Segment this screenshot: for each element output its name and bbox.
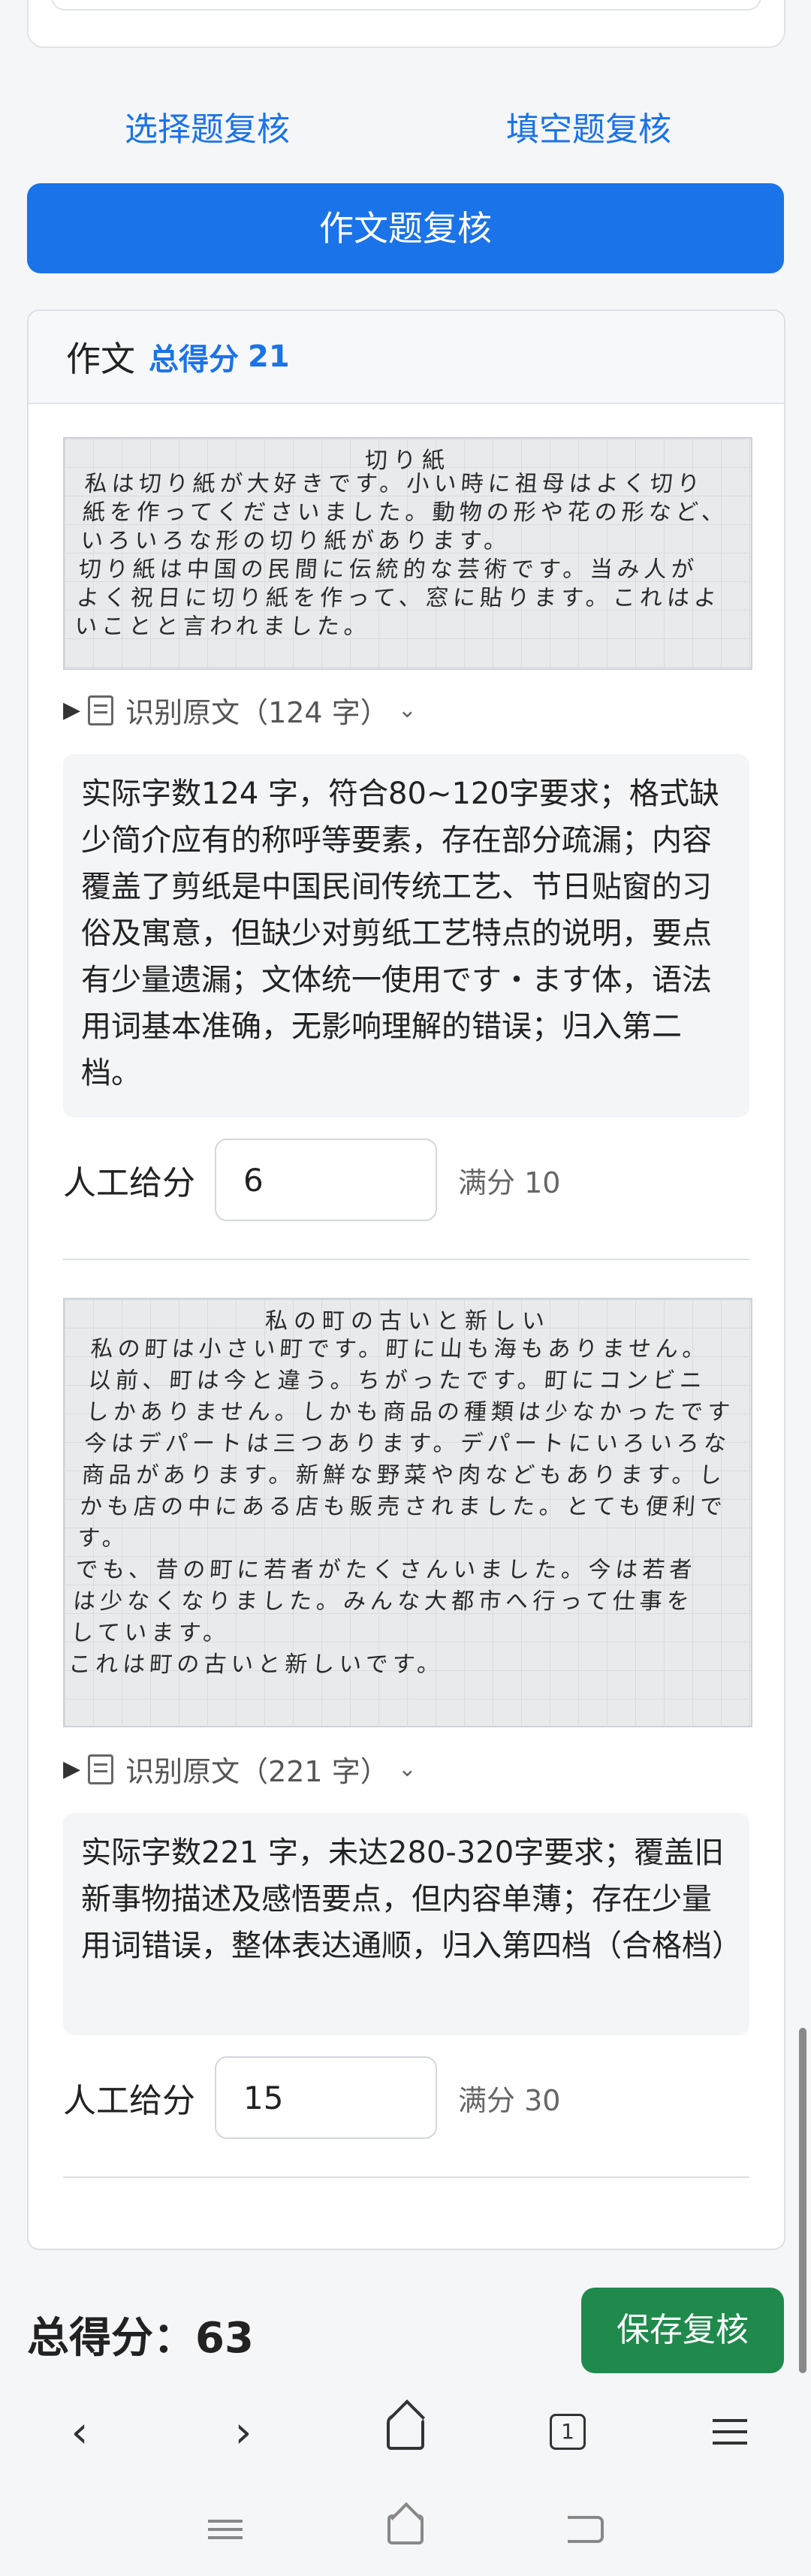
footer-bar: 总得分：63 保存复核 <box>0 2274 811 2387</box>
ocr-toggle-label: 识别原文（221 字） <box>125 1755 389 1788</box>
tabs-button[interactable]: 1 <box>538 2402 598 2462</box>
total-score-value: 63 <box>195 2314 254 2363</box>
review-tabs: 选择题复核 填空题复核 <box>0 96 811 164</box>
essay-image-2-text: 私の町は小さい町です。町に山も海もありません。 以前、町は今と違う。ちがったです… <box>68 1336 736 1678</box>
total-score: 总得分：63 <box>27 2304 254 2365</box>
menu-icon[interactable] <box>700 2402 760 2462</box>
system-nav-bar <box>0 2477 811 2576</box>
manual-score-label: 人工给分 <box>63 1164 195 1202</box>
essay-image-1[interactable]: 切り紙 私は切り紙が大好きです。小い時に祖母はよく切り 紙を作ってくださいました… <box>63 437 752 670</box>
essay-card-header: 作文 总得分 21 <box>29 311 784 404</box>
browser-toolbar: ‹ › 1 <box>0 2387 811 2477</box>
recent-apps-icon[interactable] <box>203 2507 248 2552</box>
ocr-toggle-2[interactable]: ▶ 识别原文（221 字） ⌄ <box>63 1748 417 1790</box>
ocr-toggle-label: 识别原文（124 字） <box>125 696 389 729</box>
total-score-label: 总得分： <box>27 2314 195 2363</box>
full-score-label: 满分 30 <box>458 2083 561 2117</box>
essay-card: 作文 总得分 21 切り紙 私は切り紙が大好きです。小い時に祖母はよく切り 紙を… <box>27 309 785 2250</box>
ocr-toggle-1[interactable]: ▶ 识别原文（124 字） ⌄ <box>63 689 417 731</box>
manual-score-input[interactable] <box>215 2056 437 2139</box>
save-review-button[interactable]: 保存复核 <box>581 2288 784 2373</box>
document-icon <box>88 1754 114 1784</box>
document-icon <box>88 695 114 725</box>
previous-card-inner <box>51 0 761 11</box>
essay-image-1-text: 私は切り紙が大好きです。小い時に祖母はよく切り 紙を作ってくださいました。動物の… <box>74 471 730 640</box>
previous-card <box>27 0 785 48</box>
essay-title: 作文 <box>66 339 135 379</box>
chevron-down-icon: ⌄ <box>397 697 417 723</box>
manual-score-row-2: 人工给分 满分 30 <box>63 2056 560 2139</box>
home-icon[interactable] <box>375 2402 436 2462</box>
fill-review-link[interactable]: 填空题复核 <box>506 96 671 164</box>
essay-score-label: 总得分 <box>149 342 239 377</box>
manual-score-input[interactable] <box>215 1139 437 1221</box>
choice-review-link[interactable]: 选择题复核 <box>125 96 290 164</box>
essay-score-value: 21 <box>248 339 290 374</box>
essay-review-button[interactable]: 作文题复核 <box>27 183 784 273</box>
chevron-down-icon: ⌄ <box>397 1756 417 1782</box>
feedback-2: 实际字数221 字，未达280-320字要求；覆盖旧新事物描述及感悟要点，但内容… <box>63 1813 749 2035</box>
expand-triangle-icon: ▶ <box>63 1756 81 1782</box>
essay-image-2[interactable]: 私の町の古いと新しい 私の町は小さい町です。町に山も海もありません。 以前、町は… <box>63 1298 752 1727</box>
expand-triangle-icon: ▶ <box>63 697 81 723</box>
divider <box>63 1259 749 1260</box>
manual-score-label: 人工给分 <box>63 2082 195 2120</box>
full-score-label: 满分 10 <box>458 1166 561 1199</box>
feedback-1: 实际字数124 字，符合80~120字要求；格式缺少简介应有的称呼等要素，存在部… <box>63 754 749 1118</box>
forward-icon[interactable]: › <box>213 2402 273 2462</box>
system-back-icon[interactable] <box>563 2507 608 2552</box>
back-icon[interactable]: ‹ <box>50 2402 110 2462</box>
tab-count: 1 <box>550 2414 586 2450</box>
manual-score-row-1: 人工给分 满分 10 <box>63 1139 560 1221</box>
essay-image-2-title: 私の町の古いと新しい <box>265 1308 550 1335</box>
divider <box>63 2176 749 2178</box>
system-home-icon[interactable] <box>383 2507 428 2552</box>
